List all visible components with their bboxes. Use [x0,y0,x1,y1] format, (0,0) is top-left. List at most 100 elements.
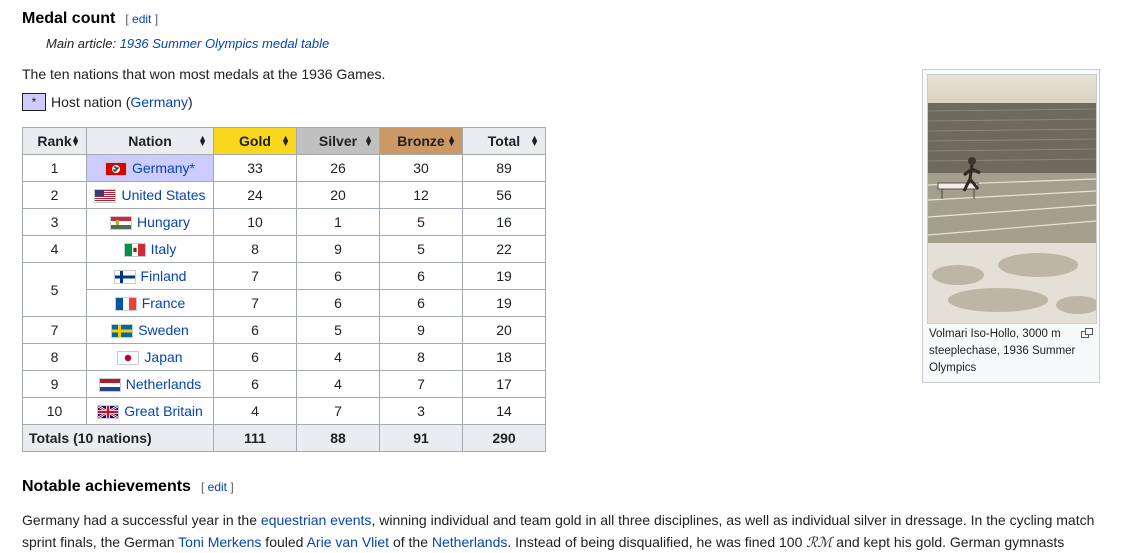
sort-icon[interactable]: ▲ ▼ [364,134,373,148]
japan-flag-icon[interactable] [117,351,140,366]
nation-link[interactable]: Finland [141,268,187,284]
cell-nation: Germany* [86,154,214,182]
cell-silver: 26 [296,154,380,182]
hatnote: Main article: 1936 Summer Olympics medal… [46,36,330,51]
column-header-gold[interactable]: Gold ▲ ▼ [213,127,297,155]
cell-silver: 6 [296,289,380,317]
cell-silver: 4 [296,343,380,371]
cell-bronze: 7 [379,370,463,398]
section-title: Notable achievements [22,478,191,495]
inline-link[interactable]: Arie van Vliet [307,534,389,550]
cell-gold: 33 [213,154,297,182]
table-row: 10 Great Britain 4 7 3 14 [22,397,546,425]
nation-link[interactable]: Italy [151,241,177,257]
text-run: and kept his gold. German gymnasts [832,534,1065,550]
totals-gold: 111 [213,424,297,452]
sweden-flag-icon[interactable] [111,324,134,339]
cell-gold: 6 [213,343,297,371]
inline-link[interactable]: Netherlands [432,534,508,550]
table-row: 8 Japan 6 4 8 18 [22,343,546,371]
cell-total: 89 [462,154,546,182]
section-title: Medal count [22,10,116,27]
nation-link[interactable]: Great Britain [124,403,203,419]
cell-rank: 8 [22,343,87,371]
cell-bronze: 6 [379,262,463,290]
column-header-rank[interactable]: Rank ▲ ▼ [22,127,87,155]
table-row: 4 Italy 8 9 5 22 [22,235,546,263]
cell-silver: 7 [296,397,380,425]
netherlands-flag-icon[interactable] [98,378,121,393]
steeplechase-photo[interactable] [927,74,1097,324]
sort-icon[interactable]: ▲ ▼ [198,134,207,148]
cell-gold: 6 [213,316,297,344]
cell-silver: 4 [296,370,380,398]
text-run: Germany had a successful year in the [22,512,261,528]
cell-bronze: 3 [379,397,463,425]
sort-icon[interactable]: ▲ ▼ [71,134,80,148]
figure-caption: Volmari Iso-Hollo, 3000 m steeplechase, … [929,328,1076,374]
table-row: 1 Germany* 33 26 30 89 [22,154,546,182]
nation-link[interactable]: France [142,295,186,311]
text-run: . Instead of being disqualified, he was … [507,534,807,550]
cell-bronze: 12 [379,181,463,209]
sort-icon[interactable]: ▲ ▼ [530,134,539,148]
edit-section-link[interactable]: [ edit ] [201,480,234,494]
nation-link[interactable]: Germany* [132,160,195,176]
table-row: 9 Netherlands 6 4 7 17 [22,370,546,398]
medal-table: Rank ▲ ▼ Nation ▲ ▼ Gold ▲ ▼ Silver ▲ ▼ Bronze ▲ ▼ Tota… [22,127,546,452]
uk-flag-icon[interactable] [97,405,120,420]
totals-bronze: 91 [379,424,463,452]
text-run: of the [389,534,432,550]
column-header-bronze[interactable]: Bronze ▲ ▼ [379,127,463,155]
cell-rank: 5 [22,262,87,317]
italy-flag-icon[interactable] [123,243,146,258]
cell-bronze: 9 [379,316,463,344]
host-germany-link[interactable]: Germany [130,94,188,110]
host-legend-text: Host nation (Germany) [51,94,193,110]
inline-link[interactable]: equestrian events [261,512,372,528]
nation-link[interactable]: United States [121,187,205,203]
finland-flag-icon[interactable] [113,270,136,285]
cell-rank: 10 [22,397,87,425]
cell-silver: 5 [296,316,380,344]
cell-silver: 9 [296,235,380,263]
column-header-nation[interactable]: Nation ▲ ▼ [86,127,214,155]
cell-bronze: 6 [379,289,463,317]
sort-icon[interactable]: ▲ ▼ [447,134,456,148]
nation-link[interactable]: Hungary [137,214,190,230]
nation-link[interactable]: Japan [144,349,182,365]
main-article-link[interactable]: 1936 Summer Olympics medal table [120,36,330,51]
cell-total: 56 [462,181,546,209]
host-legend-swatch: * [22,93,46,111]
table-row: 2 United States 24 20 12 56 [22,181,546,209]
table-row: France 7 6 6 19 [23,289,546,317]
totals-total: 290 [462,424,546,452]
cell-silver: 1 [296,208,380,236]
nation-link[interactable]: Netherlands [126,376,202,392]
usa-flag-icon[interactable] [94,189,117,204]
inline-link[interactable]: Toni Merkens [178,534,261,550]
france-flag-icon[interactable] [114,297,137,312]
cell-total: 14 [462,397,546,425]
hungary-flag-icon[interactable] [110,216,133,231]
edit-section-link[interactable]: [ edit ] [125,12,158,26]
cell-rank: 4 [22,235,87,263]
cell-total: 18 [462,343,546,371]
magnify-icon[interactable] [1081,328,1093,341]
cell-silver: 20 [296,181,380,209]
sort-icon[interactable]: ▲ ▼ [281,134,290,148]
cell-bronze: 5 [379,208,463,236]
cell-nation: Japan [86,343,214,371]
cell-nation: Great Britain [86,397,214,425]
cell-gold: 4 [213,397,297,425]
cell-gold: 24 [213,181,297,209]
cell-nation: Finland [86,262,214,290]
cell-nation: Sweden [86,316,214,344]
cell-total: 19 [462,289,546,317]
column-header-total[interactable]: Total ▲ ▼ [462,127,546,155]
germany-flag-icon[interactable] [104,162,127,177]
nation-link[interactable]: Sweden [138,322,189,338]
host-legend: * Host nation (Germany) [22,93,193,111]
column-header-silver[interactable]: Silver ▲ ▼ [296,127,380,155]
table-row: 5 Finland 7 6 6 19 [22,262,546,317]
